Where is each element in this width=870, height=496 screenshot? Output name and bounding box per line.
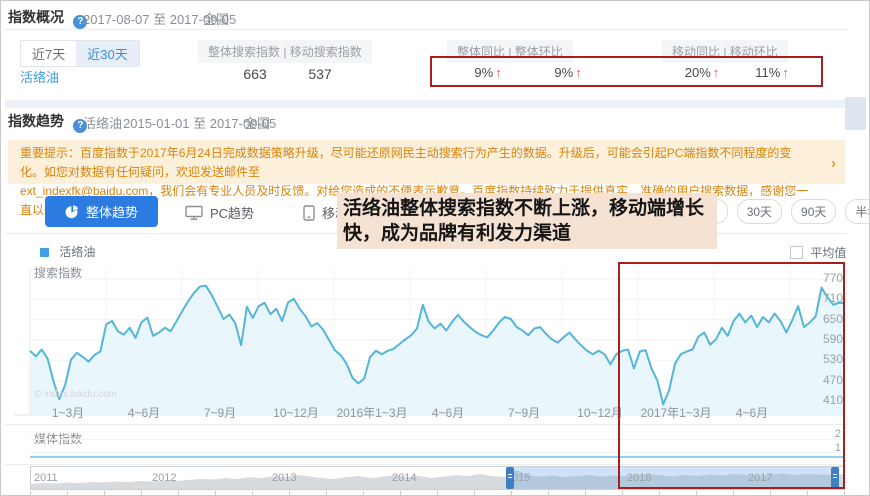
up-arrow-icon: ↑	[713, 65, 720, 80]
tab-pc-trend[interactable]: PC趋势	[185, 203, 254, 222]
range-pill-30天[interactable]: 30天	[737, 199, 782, 224]
media-axis-2: 2	[821, 428, 841, 440]
y-tick-590: 590	[809, 332, 843, 346]
nav-year-2013: 2013	[272, 472, 296, 484]
overall-yoy-value: 9%↑	[460, 65, 516, 80]
media-axis-1: 1	[821, 442, 841, 454]
tab-last-7-days[interactable]: 近7天	[21, 41, 76, 66]
tab-last-30-days[interactable]: 近30天	[76, 41, 138, 66]
floating-widget[interactable]	[845, 97, 866, 130]
overall-mom-value: 9%↑	[540, 65, 596, 80]
y-tick-470: 470	[809, 373, 843, 387]
y-tick-770: 770	[809, 271, 843, 285]
navigator-handle-left[interactable]	[506, 467, 514, 489]
notice-expand-icon[interactable]: ›	[831, 154, 836, 173]
search-index-columns: 整体搜索指数 | 移动搜索指数	[198, 40, 372, 63]
up-arrow-icon: ↑	[575, 65, 582, 80]
mobile-compare-columns: 移动同比 | 移动环比	[662, 40, 788, 63]
trend-header: 指数趋势 ?	[8, 111, 87, 133]
search-index-plot	[8, 258, 847, 422]
annotation-overlay: 活络油整体搜索指数不断上涨，移动端增长快，成为品牌有利发力渠道	[337, 193, 717, 249]
y-tick-650: 650	[809, 312, 843, 326]
nav-year-2017: 2017	[748, 472, 772, 484]
search-index-chart[interactable]: 搜索指数 © index.baidu.com 770 710 650 590 530 47…	[8, 258, 847, 422]
gridline	[30, 439, 845, 440]
media-index-section: 媒体指数 2 1	[8, 426, 847, 463]
range-pill-半年[interactable]: 半年	[845, 199, 870, 224]
overall-search-index-value: 663	[225, 66, 285, 82]
y-axis-title: 搜索指数	[34, 264, 82, 281]
y-tick-410: 410	[809, 393, 843, 407]
keyword-link[interactable]: 活络油	[20, 67, 59, 86]
trend-region: 全国	[244, 113, 270, 132]
mobile-search-index-value: 537	[292, 66, 348, 82]
nav-year-2014: 2014	[392, 472, 416, 484]
overview-header: 指数概况 ?	[8, 7, 87, 29]
navigator-selection[interactable]	[514, 467, 837, 489]
navigator-handle-right[interactable]	[831, 467, 839, 489]
gridline	[30, 452, 845, 453]
divider	[5, 464, 847, 465]
period-tab-group: 近7天 近30天	[20, 40, 140, 67]
overview-region: 全国	[203, 9, 229, 28]
pie-icon	[65, 205, 79, 219]
media-index-line	[30, 456, 845, 458]
legend-label: 活络油	[59, 245, 95, 259]
phone-icon	[303, 205, 315, 221]
tab-overall-trend[interactable]: 整体趋势	[45, 196, 158, 227]
divider	[5, 29, 847, 30]
up-arrow-icon: ↑	[495, 65, 502, 80]
section-separator	[5, 100, 847, 108]
overview-title: 指数概况	[8, 9, 64, 25]
nav-year-2011: 2011	[34, 472, 58, 484]
y-tick-530: 530	[809, 352, 843, 366]
mobile-mom-value: 11%↑	[744, 65, 800, 80]
range-pill-90天[interactable]: 90天	[791, 199, 836, 224]
notice-line1: 重要提示：百度指数于2017年6月24日完成数据策略升级，尽可能还原网民主动搜索…	[20, 144, 815, 182]
divider	[5, 424, 847, 425]
x-tick-9: 4~6月	[702, 404, 802, 421]
trend-title: 指数趋势	[8, 113, 64, 129]
nav-year-2016: 2016	[627, 472, 651, 484]
mobile-yoy-value: 20%↑	[674, 65, 730, 80]
notice-banner: 重要提示：百度指数于2017年6月24日完成数据策略升级，尽可能还原网民主动搜索…	[8, 140, 845, 184]
nav-year-2012: 2012	[152, 472, 176, 484]
up-arrow-icon: ↑	[782, 65, 789, 80]
chart-watermark: © index.baidu.com	[34, 389, 117, 400]
y-tick-710: 710	[809, 291, 843, 305]
monitor-icon	[185, 205, 203, 221]
timeline-navigator[interactable]: 2011201220132014201520162017	[30, 466, 845, 490]
trend-keyword: 活络油	[83, 113, 122, 132]
navigator-ticks	[30, 491, 845, 495]
legend-swatch	[40, 248, 49, 257]
overall-compare-columns: 整体同比 | 整体环比	[447, 40, 573, 63]
